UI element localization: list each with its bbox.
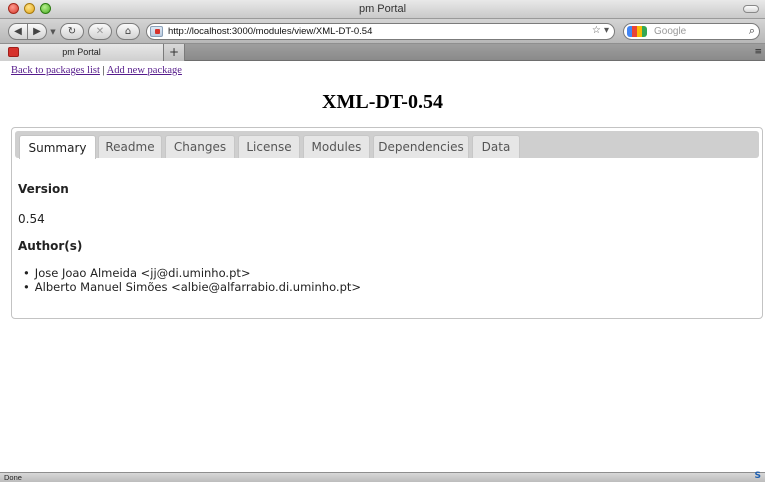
- url-text[interactable]: http://localhost:3000/modules/view/XML-D…: [168, 26, 372, 37]
- search-engine-icon[interactable]: [627, 26, 647, 37]
- page-content: Back to packages list | Add new package …: [0, 62, 765, 472]
- history-dropdown-button[interactable]: ▼: [48, 23, 58, 40]
- top-navigation: Back to packages list | Add new package: [11, 65, 182, 76]
- tab-changes[interactable]: Changes: [165, 135, 235, 158]
- new-tab-button[interactable]: +: [164, 44, 185, 61]
- version-heading: Version: [18, 182, 69, 196]
- tab-summary[interactable]: Summary: [19, 135, 96, 159]
- tab-dependencies[interactable]: Dependencies: [373, 135, 469, 158]
- browser-tab-label: pm Portal: [62, 47, 101, 57]
- magnifier-icon[interactable]: ⌕: [749, 24, 755, 38]
- browser-tab-strip: pm Portal + ≡: [0, 44, 765, 61]
- status-addon-icon[interactable]: S: [755, 471, 761, 481]
- browser-tab[interactable]: pm Portal: [0, 44, 164, 61]
- url-bar[interactable]: http://localhost:3000/modules/view/XML-D…: [146, 23, 615, 40]
- page-title: XML-DT-0.54: [322, 91, 443, 113]
- search-placeholder[interactable]: Google: [654, 26, 686, 37]
- home-icon: ⌂: [124, 26, 132, 37]
- tab-readme[interactable]: Readme: [98, 135, 162, 158]
- plus-icon: +: [168, 45, 180, 59]
- reload-icon: ↻: [67, 26, 77, 37]
- site-favicon-icon: [150, 26, 163, 37]
- back-to-packages-link[interactable]: Back to packages list: [11, 65, 100, 76]
- author-item: Alberto Manuel Simões <albie@alfarrabio.…: [18, 280, 361, 294]
- tab-modules[interactable]: Modules: [303, 135, 370, 158]
- window-title: pm Portal: [358, 3, 407, 15]
- search-bar[interactable]: Google ⌕: [623, 23, 760, 40]
- authors-heading: Author(s): [18, 239, 83, 253]
- reload-button[interactable]: ↻: [60, 23, 84, 40]
- tab-data[interactable]: Data: [472, 135, 520, 158]
- forward-button[interactable]: ▶: [28, 23, 47, 40]
- add-new-package-link[interactable]: Add new package: [107, 65, 182, 76]
- tab-list-icon[interactable]: ≡: [754, 47, 762, 57]
- stop-icon: ✕: [95, 26, 105, 37]
- author-item: Jose Joao Almeida <jj@di.uminho.pt>: [18, 266, 361, 280]
- toolbar-toggle-button[interactable]: [743, 5, 759, 13]
- version-value: 0.54: [18, 212, 45, 226]
- forward-arrow-icon: ▶: [33, 26, 41, 37]
- navigation-toolbar: ◀ ▶ ▼ ↻ ✕ ⌂ http://localhost:3000/module…: [0, 19, 765, 44]
- home-button[interactable]: ⌂: [116, 23, 140, 40]
- status-text: Done: [4, 473, 22, 482]
- nav-separator: |: [102, 65, 105, 76]
- window-titlebar: pm Portal: [0, 0, 765, 19]
- authors-list: Jose Joao Almeida <jj@di.uminho.pt> Albe…: [18, 266, 361, 294]
- tab-license[interactable]: License: [238, 135, 300, 158]
- back-button[interactable]: ◀: [8, 23, 28, 40]
- tab-navigation: Summary Readme Changes License Modules D…: [15, 131, 759, 159]
- chevron-down-icon: ▼: [50, 27, 56, 36]
- status-bar: Done S: [0, 471, 765, 482]
- stop-button[interactable]: ✕: [88, 23, 112, 40]
- bookmark-star-icon[interactable]: ☆ ▾: [592, 25, 609, 36]
- back-arrow-icon: ◀: [14, 26, 22, 37]
